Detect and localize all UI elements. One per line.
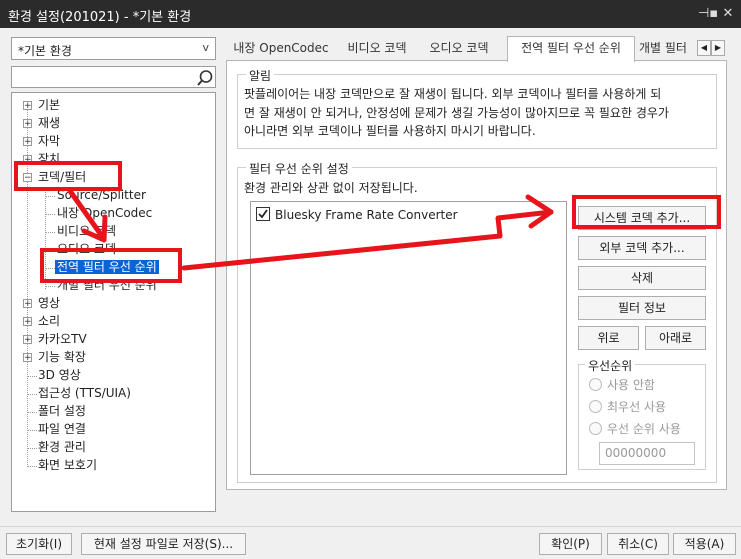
annotation-box-global-filter: [40, 248, 182, 283]
tab-video-codec[interactable]: 비디오 코덱: [340, 36, 414, 60]
tree-item-subtitles[interactable]: 자막: [38, 133, 60, 150]
priority-title: 우선순위: [585, 357, 636, 374]
move-down-button[interactable]: 아래로: [645, 326, 706, 350]
preset-combo[interactable]: *기본 환경 v: [11, 37, 216, 60]
move-up-button[interactable]: 위로: [578, 326, 639, 350]
tree-item-extensions[interactable]: 기능 확장: [38, 349, 86, 366]
filter-priority-title: 필터 우선 순위 설정: [246, 160, 352, 177]
bottom-separator: [0, 526, 741, 527]
tree-item-playback[interactable]: 재생: [38, 115, 60, 132]
tab-page: 알림 팟플레이어는 내장 코덱만으로 잘 재생이 됩니다. 외부 코덱이나 필터…: [226, 60, 727, 490]
add-external-codec-button[interactable]: 외부 코덱 추가...: [578, 236, 706, 260]
priority-group: 우선순위 사용 안함 최우선 사용 우선 순위 사용 00000000: [578, 357, 706, 470]
delete-button[interactable]: 삭제: [578, 266, 706, 290]
annotation-box-add-system-codec: [572, 195, 721, 229]
priority-option-custom[interactable]: 우선 순위 사용: [589, 420, 681, 437]
close-icon[interactable]: ✕: [718, 4, 738, 24]
apply-button[interactable]: 적용(A): [673, 533, 736, 555]
save-to-file-button[interactable]: 현재 설정 파일로 저장(S)...: [81, 533, 246, 555]
tree-item-file-association[interactable]: 파일 연결: [38, 421, 86, 438]
tree-item-video[interactable]: 영상: [38, 295, 60, 312]
chevron-down-icon: v: [202, 41, 209, 54]
list-item[interactable]: Bluesky Frame Rate Converter: [256, 207, 458, 222]
tree-item-kakaotv[interactable]: 카카오TV: [38, 331, 87, 348]
tree-item-screensaver[interactable]: 화면 보호기: [38, 457, 97, 474]
tab-scroll-left-icon[interactable]: ◀: [697, 40, 711, 56]
preset-value: *기본 환경: [18, 44, 72, 58]
radio-icon: [589, 400, 602, 413]
reset-button[interactable]: 초기화(I): [6, 533, 72, 555]
tab-builtin-opencodec[interactable]: 내장 OpenCodec: [228, 36, 334, 60]
tree-item-config-management[interactable]: 환경 관리: [38, 439, 86, 456]
tree-item-builtin-opencodec[interactable]: 내장 OpenCodec: [57, 205, 152, 222]
tree-item-basic[interactable]: 기본: [38, 97, 60, 114]
priority-option-disabled[interactable]: 사용 안함: [589, 376, 655, 393]
window-title: 환경 설정(201021) - *기본 환경: [8, 10, 192, 25]
tab-individual-filter[interactable]: 개별 필터: [638, 36, 696, 60]
notice-group: 알림 팟플레이어는 내장 코덱만으로 잘 재생이 됩니다. 외부 코덱이나 필터…: [237, 67, 717, 149]
checkmark-icon: [258, 209, 268, 219]
tab-scroll-right-icon[interactable]: ▶: [711, 40, 725, 56]
tree-item-3d-video[interactable]: 3D 영상: [38, 367, 81, 384]
annotation-box-codec-filter: [14, 161, 122, 191]
expand-icon[interactable]: +: [23, 137, 32, 147]
pin-icon[interactable]: ⊣▪: [698, 4, 718, 24]
search-icon[interactable]: [196, 69, 214, 87]
expand-icon[interactable]: +: [23, 119, 32, 129]
filter-name: Bluesky Frame Rate Converter: [275, 208, 458, 222]
cancel-button[interactable]: 취소(C): [607, 533, 669, 555]
tab-global-filter-priority[interactable]: 전역 필터 우선 순위: [507, 36, 635, 62]
radio-icon: [589, 422, 602, 435]
notice-title: 알림: [246, 67, 275, 84]
expand-icon[interactable]: +: [23, 335, 32, 345]
filter-info-button[interactable]: 필터 정보: [578, 296, 706, 320]
filter-list[interactable]: Bluesky Frame Rate Converter: [250, 201, 567, 475]
tree-item-video-codec[interactable]: 비디오 코덱: [57, 223, 116, 240]
tree-item-accessibility[interactable]: 접근성 (TTS/UIA): [38, 385, 131, 402]
priority-option-highest[interactable]: 최우선 사용: [589, 398, 666, 415]
expand-icon[interactable]: +: [23, 317, 32, 327]
expand-icon[interactable]: +: [23, 299, 32, 309]
tab-audio-codec[interactable]: 오디오 코덱: [418, 36, 500, 60]
title-bar: 환경 설정(201021) - *기본 환경 ⊣▪ ✕: [0, 0, 741, 28]
ok-button[interactable]: 확인(P): [539, 533, 602, 555]
search-input[interactable]: [11, 66, 216, 88]
priority-value-input[interactable]: 00000000: [599, 442, 695, 465]
checkbox[interactable]: [256, 207, 270, 221]
radio-icon: [589, 378, 602, 391]
filter-priority-subtitle: 환경 관리와 상관 없이 저장됩니다.: [244, 181, 418, 195]
tree-item-folder-settings[interactable]: 폴더 설정: [38, 403, 86, 420]
expand-icon[interactable]: +: [23, 101, 32, 111]
settings-tree[interactable]: + + + + − + + + + 기본 재생 자막 장치 코덱/필터 Sour…: [11, 92, 216, 512]
tree-item-audio[interactable]: 소리: [38, 313, 60, 330]
notice-text: 팟플레이어는 내장 코덱만으로 잘 재생이 됩니다. 외부 코덱이나 필터를 사…: [244, 87, 669, 138]
expand-icon[interactable]: +: [23, 353, 32, 363]
